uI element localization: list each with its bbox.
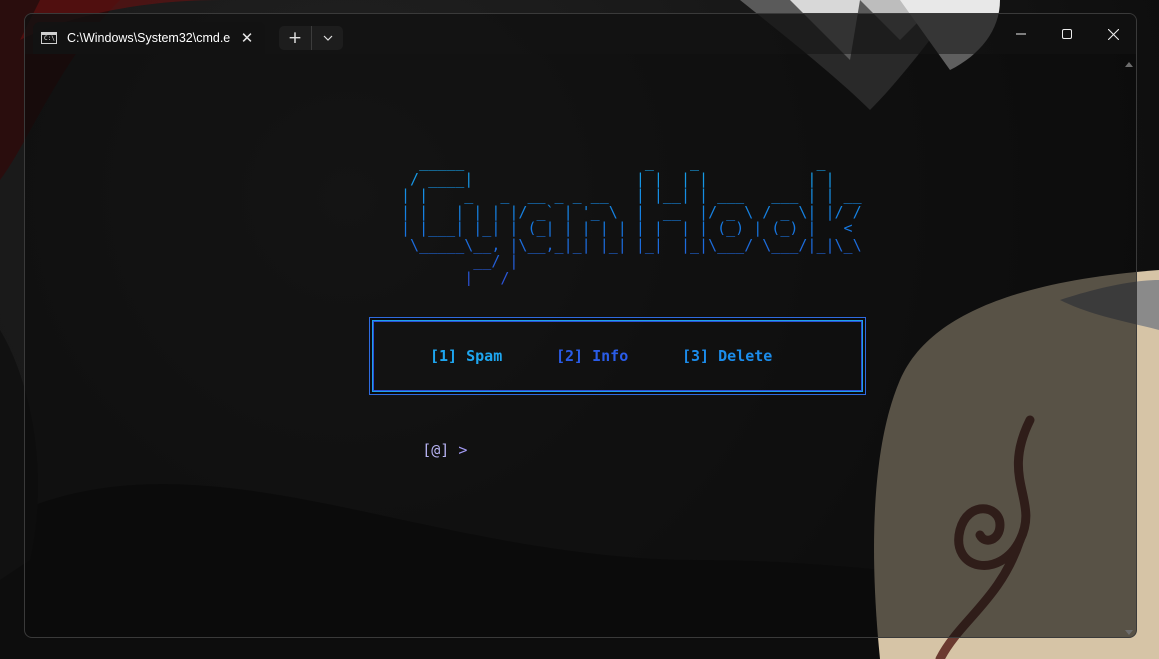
maximize-icon — [1062, 29, 1072, 39]
scroll-up-icon[interactable] — [1125, 62, 1133, 67]
new-tab-button[interactable]: + — [279, 26, 311, 50]
title-bar: C:\ C:\Windows\System32\cmd.e ✕ + — [25, 14, 1136, 54]
close-icon — [1107, 28, 1119, 40]
menu-box: [1] Spam [2] Info [3] Delete — [369, 317, 866, 395]
tab-title: C:\Windows\System32\cmd.e — [67, 31, 231, 45]
cmd-icon: C:\ — [41, 32, 57, 44]
ascii-banner: _____ _ _ _ / ____| | | | | | | | | _ _ … — [392, 154, 862, 286]
minimize-button[interactable] — [998, 14, 1044, 54]
tab-cmd[interactable]: C:\ C:\Windows\System32\cmd.e ✕ — [33, 22, 265, 54]
window-controls — [998, 14, 1136, 54]
tab-close-icon[interactable]: ✕ — [237, 28, 257, 48]
menu-option-info: [2] Info — [556, 347, 629, 365]
prompt-arrow: > — [458, 441, 468, 459]
maximize-button[interactable] — [1044, 14, 1090, 54]
new-tab-group: + — [279, 26, 343, 50]
terminal-content[interactable]: _____ _ _ _ / ____| | | | | | | | | _ _ … — [25, 54, 1136, 637]
command-prompt[interactable]: [@] > — [368, 423, 467, 477]
menu-option-spam: [1] Spam — [430, 347, 503, 365]
menu-option-delete: [3] Delete — [682, 347, 773, 365]
scroll-down-icon[interactable] — [1125, 630, 1133, 635]
terminal-window: C:\ C:\Windows\System32\cmd.e ✕ + _____ … — [24, 13, 1137, 638]
close-button[interactable] — [1090, 14, 1136, 54]
tab-dropdown-button[interactable] — [311, 26, 343, 50]
chevron-down-icon — [323, 35, 332, 41]
scrollbar[interactable] — [1122, 54, 1136, 637]
minimize-icon — [1016, 33, 1026, 35]
prompt-prefix: [@] — [422, 441, 450, 459]
